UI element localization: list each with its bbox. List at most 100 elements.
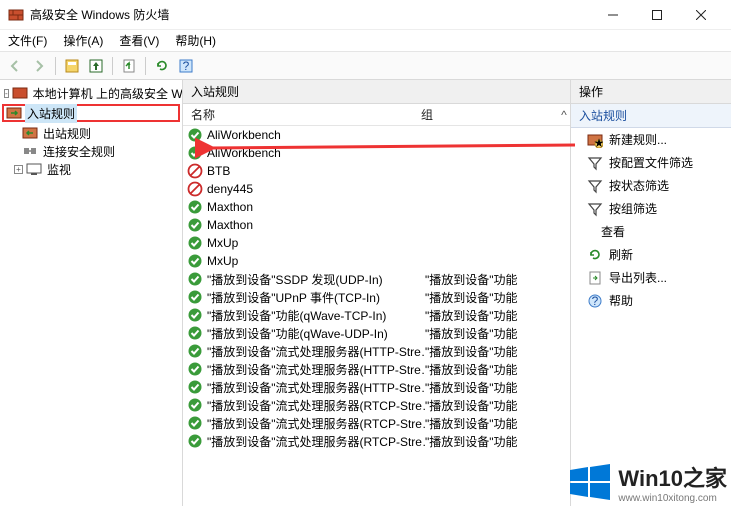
action-view[interactable]: 查看 (571, 220, 731, 243)
actions-section-title: 入站规则 (571, 104, 731, 128)
expander-icon[interactable]: + (14, 165, 23, 174)
allow-icon (187, 271, 203, 287)
expander-icon[interactable]: - (4, 89, 9, 98)
minimize-button[interactable] (591, 1, 635, 29)
rule-row[interactable]: "播放到设备"流式处理服务器(HTTP-Stre…"播放到设备"功能 (183, 360, 570, 378)
rule-group: "播放到设备"功能 (425, 289, 566, 306)
action-new-rule-label: 新建规则... (609, 131, 667, 148)
rule-row[interactable]: "播放到设备"流式处理服务器(RTCP-Stre…"播放到设备"功能 (183, 396, 570, 414)
allow-icon (187, 325, 203, 341)
rule-row[interactable]: "播放到设备"功能(qWave-UDP-In)"播放到设备"功能 (183, 324, 570, 342)
rules-panel: 入站规则 名称 组 ^ AliWorkbenchAliWorkbenchBTBd… (183, 80, 571, 506)
firewall-icon (8, 7, 24, 23)
rule-name: "播放到设备"UPnP 事件(TCP-In) (207, 289, 425, 306)
action-help[interactable]: ? 帮助 (571, 289, 731, 312)
tree-monitor-label: 监视 (45, 160, 73, 179)
inbound-icon (6, 105, 22, 121)
menu-action[interactable]: 操作(A) (61, 30, 105, 51)
menu-help[interactable]: 帮助(H) (173, 30, 218, 51)
rule-row[interactable]: "播放到设备"流式处理服务器(HTTP-Stre…"播放到设备"功能 (183, 378, 570, 396)
title-bar: 高级安全 Windows 防火墙 (0, 0, 731, 30)
rule-name: "播放到设备"流式处理服务器(HTTP-Stre… (207, 343, 425, 360)
tree-inbound-rules[interactable]: 入站规则 (2, 104, 180, 122)
allow-icon (187, 343, 203, 359)
rule-group: "播放到设备"功能 (425, 415, 566, 432)
allow-icon (187, 127, 203, 143)
toolbar: ? (0, 52, 731, 80)
toolbar-up-button[interactable] (85, 55, 107, 77)
action-export[interactable]: 导出列表... (571, 266, 731, 289)
rule-row[interactable]: "播放到设备"SSDP 发现(UDP-In)"播放到设备"功能 (183, 270, 570, 288)
rule-row[interactable]: AliWorkbench (183, 144, 570, 162)
rule-row[interactable]: Maxthon (183, 216, 570, 234)
rule-row[interactable]: "播放到设备"流式处理服务器(RTCP-Stre…"播放到设备"功能 (183, 414, 570, 432)
actions-panel-title: 操作 (571, 80, 731, 104)
action-refresh-label: 刷新 (609, 246, 633, 263)
action-help-label: 帮助 (609, 292, 633, 309)
rule-row[interactable]: "播放到设备"功能(qWave-TCP-In)"播放到设备"功能 (183, 306, 570, 324)
export-icon (587, 270, 603, 286)
action-filter-group[interactable]: 按组筛选 (571, 197, 731, 220)
tree-connsec-label: 连接安全规则 (41, 142, 117, 161)
firewall-icon (12, 85, 28, 101)
rule-name: MxUp (207, 254, 425, 268)
action-new-rule[interactable]: ★ 新建规则... (571, 128, 731, 151)
action-view-label: 查看 (601, 223, 625, 240)
allow-icon (187, 361, 203, 377)
col-header-name[interactable]: 名称 (183, 106, 413, 123)
rules-list[interactable]: AliWorkbenchAliWorkbenchBTBdeny445Maxtho… (183, 126, 570, 506)
rule-row[interactable]: MxUp (183, 252, 570, 270)
svg-text:★: ★ (594, 136, 603, 148)
action-export-label: 导出列表... (609, 269, 667, 286)
rule-name: AliWorkbench (207, 128, 425, 142)
content-area: - 本地计算机 上的高级安全 Win 入站规则 出站规则 连接安全规则 + 监视… (0, 80, 731, 506)
rule-name: "播放到设备"SSDP 发现(UDP-In) (207, 271, 425, 288)
toolbar-help-button[interactable]: ? (175, 55, 197, 77)
rule-row[interactable]: MxUp (183, 234, 570, 252)
rule-group: "播放到设备"功能 (425, 361, 566, 378)
rule-row[interactable]: BTB (183, 162, 570, 180)
rule-name: "播放到设备"流式处理服务器(HTTP-Stre… (207, 379, 425, 396)
outbound-icon (22, 125, 38, 141)
rule-name: Maxthon (207, 200, 425, 214)
rule-group: "播放到设备"功能 (425, 397, 566, 414)
allow-icon (187, 235, 203, 251)
toolbar-action-button[interactable] (61, 55, 83, 77)
close-button[interactable] (679, 1, 723, 29)
allow-icon (187, 397, 203, 413)
rule-row[interactable]: Maxthon (183, 198, 570, 216)
action-filter-profile[interactable]: 按配置文件筛选 (571, 151, 731, 174)
tree-monitor[interactable]: + 监视 (0, 160, 182, 178)
rule-row[interactable]: "播放到设备"流式处理服务器(HTTP-Stre…"播放到设备"功能 (183, 342, 570, 360)
rules-panel-title: 入站规则 (183, 80, 570, 104)
tree-root[interactable]: - 本地计算机 上的高级安全 Win (0, 84, 182, 102)
allow-icon (187, 433, 203, 449)
rule-row[interactable]: AliWorkbench (183, 126, 570, 144)
rule-group: "播放到设备"功能 (425, 343, 566, 360)
forward-button (28, 55, 50, 77)
rule-name: MxUp (207, 236, 425, 250)
rule-row[interactable]: "播放到设备"UPnP 事件(TCP-In)"播放到设备"功能 (183, 288, 570, 306)
back-button (4, 55, 26, 77)
rule-name: "播放到设备"流式处理服务器(RTCP-Stre… (207, 433, 425, 450)
filter-icon (587, 178, 603, 194)
action-filter-state[interactable]: 按状态筛选 (571, 174, 731, 197)
allow-icon (187, 307, 203, 323)
help-icon: ? (587, 293, 603, 309)
menu-bar: 文件(F) 操作(A) 查看(V) 帮助(H) (0, 30, 731, 52)
allow-icon (187, 415, 203, 431)
menu-file[interactable]: 文件(F) (6, 30, 49, 51)
toolbar-refresh-button[interactable] (151, 55, 173, 77)
tree-outbound-rules[interactable]: 出站规则 (0, 124, 182, 142)
rule-row[interactable]: "播放到设备"流式处理服务器(RTCP-Stre…"播放到设备"功能 (183, 432, 570, 450)
action-refresh[interactable]: 刷新 (571, 243, 731, 266)
filter-icon (587, 155, 603, 171)
menu-view[interactable]: 查看(V) (117, 30, 161, 51)
rule-name: Maxthon (207, 218, 425, 232)
maximize-button[interactable] (635, 1, 679, 29)
col-header-group[interactable]: 组 (413, 106, 558, 123)
toolbar-export-button[interactable] (118, 55, 140, 77)
rule-name: "播放到设备"流式处理服务器(HTTP-Stre… (207, 361, 425, 378)
tree-connection-security[interactable]: 连接安全规则 (0, 142, 182, 160)
rule-row[interactable]: deny445 (183, 180, 570, 198)
